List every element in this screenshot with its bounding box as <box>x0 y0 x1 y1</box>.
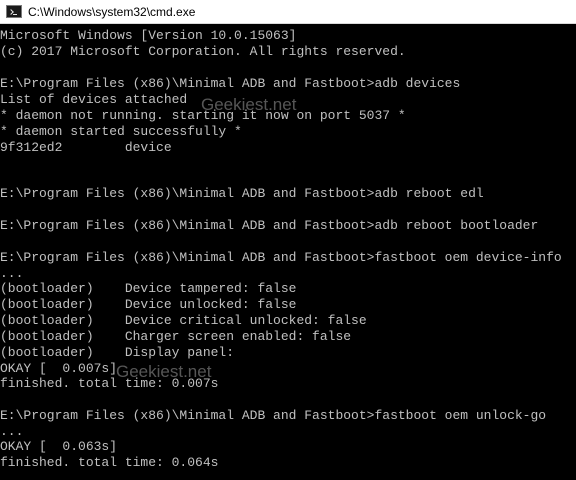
console-line-reboot-edl: E:\Program Files (x86)\Minimal ADB and F… <box>0 186 484 201</box>
console-line-version: Microsoft Windows [Version 10.0.15063] <box>0 28 297 43</box>
console-line-adb-devices: E:\Program Files (x86)\Minimal ADB and F… <box>0 76 461 91</box>
console-line-display-panel: (bootloader) Display panel: <box>0 345 235 360</box>
watermark: Geekiest.net <box>201 95 297 114</box>
console-line-copyright: (c) 2017 Microsoft Corporation. All righ… <box>0 44 406 59</box>
console-line-list-devices: List of devices attached <box>0 92 188 107</box>
watermark: Geekiest.net <box>116 362 212 381</box>
console-output[interactable]: Microsoft Windows [Version 10.0.15063] (… <box>0 24 576 480</box>
console-line-critical-unlocked: (bootloader) Device critical unlocked: f… <box>0 313 367 328</box>
console-line-device-info: E:\Program Files (x86)\Minimal ADB and F… <box>0 250 562 265</box>
cmd-window: C:\Windows\system32\cmd.exe Microsoft Wi… <box>0 0 576 480</box>
title-bar[interactable]: C:\Windows\system32\cmd.exe <box>0 0 576 24</box>
console-line-unlocked: (bootloader) Device unlocked: false <box>0 297 297 312</box>
console-line-okay: OKAY [ 0.007s] <box>0 361 118 376</box>
console-line-okay-2: OKAY [ 0.063s] <box>0 439 118 454</box>
console-line-daemon-started: * daemon started successfully * <box>0 124 242 139</box>
console-line-charger-screen: (bootloader) Charger screen enabled: fal… <box>0 329 352 344</box>
console-line-unlock-go: E:\Program Files (x86)\Minimal ADB and F… <box>0 408 547 423</box>
console-line-ellipsis: ... <box>0 266 24 281</box>
console-line-tampered: (bootloader) Device tampered: false <box>0 281 297 296</box>
console-line-ellipsis-2: ... <box>0 424 24 439</box>
console-line-finished-2: finished. total time: 0.064s <box>0 455 219 470</box>
console-line-device: 9f312ed2 device <box>0 140 172 155</box>
console-line-reboot-bootloader: E:\Program Files (x86)\Minimal ADB and F… <box>0 218 539 233</box>
window-title: C:\Windows\system32\cmd.exe <box>28 5 196 19</box>
cmd-icon[interactable] <box>6 5 22 18</box>
